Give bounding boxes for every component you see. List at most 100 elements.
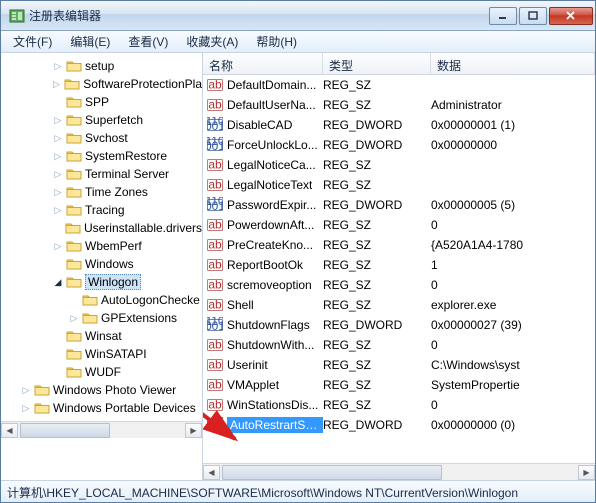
tree-node-label: WbemPerf: [85, 239, 142, 253]
tree-node[interactable]: WinSATAPI: [3, 345, 202, 363]
value-row[interactable]: 110001ForceUnlockLo...REG_DWORD0x0000000…: [203, 135, 595, 155]
value-row[interactable]: abShellREG_SZexplorer.exe: [203, 295, 595, 315]
tree-node-label: AutoLogonChecke: [101, 293, 200, 307]
tree-node[interactable]: ▷ SoftwareProtectionPla: [3, 75, 202, 93]
value-list[interactable]: abDefaultDomain...REG_SZabDefaultUserNa.…: [203, 75, 595, 463]
menu-file[interactable]: 文件(F): [5, 31, 60, 52]
value-row[interactable]: 110001AutoRestrartSh...REG_DWORD0x000000…: [203, 415, 595, 435]
value-name: ReportBootOk: [227, 258, 303, 272]
scroll-thumb[interactable]: [20, 423, 110, 438]
column-type[interactable]: 类型: [323, 53, 431, 74]
svg-text:ab: ab: [208, 358, 222, 372]
value-name: LegalNoticeCa...: [227, 158, 316, 172]
menu-help[interactable]: 帮助(H): [248, 31, 305, 52]
tree-node[interactable]: WUDF: [3, 363, 202, 381]
value-row[interactable]: abShutdownWith...REG_SZ0: [203, 335, 595, 355]
value-row[interactable]: abVMAppletREG_SZSystemPropertie: [203, 375, 595, 395]
value-row[interactable]: abUserinitREG_SZC:\Windows\syst: [203, 355, 595, 375]
tree-node[interactable]: AutoLogonChecke: [3, 291, 202, 309]
scroll-right-icon[interactable]: ▶: [578, 465, 595, 480]
value-row[interactable]: abDefaultDomain...REG_SZ: [203, 75, 595, 95]
expand-icon[interactable]: ▷: [51, 185, 65, 199]
close-button[interactable]: [549, 7, 593, 25]
value-row[interactable]: 110001PasswordExpir...REG_DWORD0x0000000…: [203, 195, 595, 215]
value-data: C:\Windows\syst: [431, 358, 595, 372]
scroll-left-icon[interactable]: ◀: [1, 423, 18, 438]
tree-node[interactable]: ▷setup: [3, 57, 202, 75]
value-row[interactable]: abLegalNoticeCa...REG_SZ: [203, 155, 595, 175]
expand-icon[interactable]: ▷: [50, 77, 64, 91]
value-row[interactable]: abPowerdownAft...REG_SZ0: [203, 215, 595, 235]
tree-node[interactable]: ▷ WbemPerf: [3, 237, 202, 255]
list-hscrollbar[interactable]: ◀ ▶: [203, 463, 595, 480]
scroll-thumb[interactable]: [222, 465, 442, 480]
tree-hscrollbar[interactable]: ◀ ▶: [1, 421, 202, 438]
scroll-left-icon[interactable]: ◀: [203, 465, 220, 480]
dword-icon: 110001: [207, 417, 223, 433]
collapse-icon[interactable]: ◢: [51, 275, 65, 289]
menu-view[interactable]: 查看(V): [120, 31, 176, 52]
tree-node[interactable]: ▷Terminal Server: [3, 165, 202, 183]
expand-icon[interactable]: ▷: [51, 59, 65, 73]
tree-node[interactable]: ▷Superfetch: [3, 111, 202, 129]
menu-edit[interactable]: 编辑(E): [62, 31, 118, 52]
value-data: Administrator: [431, 98, 595, 112]
value-data: 0: [431, 338, 595, 352]
expand-icon[interactable]: ▷: [51, 149, 65, 163]
value-row[interactable]: abWinStationsDis...REG_SZ0: [203, 395, 595, 415]
svg-text:001: 001: [207, 119, 223, 133]
tree-node[interactable]: ▷ GPExtensions: [3, 309, 202, 327]
tree-node-label: Windows Portable Devices: [53, 401, 196, 415]
value-type: REG_SZ: [323, 278, 431, 292]
tree-node[interactable]: Winsat: [3, 327, 202, 345]
value-row[interactable]: 110001ShutdownFlagsREG_DWORD0x00000027 (…: [203, 315, 595, 335]
tree-node-label: SoftwareProtectionPla: [83, 77, 202, 91]
tree-pane[interactable]: ▷setup▷SoftwareProtectionPlaSPP▷Superfet…: [1, 53, 203, 480]
tree-node[interactable]: ▷Time Zones: [3, 183, 202, 201]
expand-icon[interactable]: ▷: [51, 167, 65, 181]
tree-node[interactable]: ▷SystemRestore: [3, 147, 202, 165]
scroll-right-icon[interactable]: ▶: [185, 423, 202, 438]
expand-icon[interactable]: ▷: [19, 401, 33, 415]
tree-node[interactable]: Windows: [3, 255, 202, 273]
tree-node-label: WinSATAPI: [85, 347, 147, 361]
tree-node-label: Tracing: [85, 203, 125, 217]
expand-icon[interactable]: ▷: [51, 113, 65, 127]
column-data[interactable]: 数据: [431, 53, 595, 74]
expand-icon[interactable]: ▷: [51, 131, 65, 145]
tree-node[interactable]: SPP: [3, 93, 202, 111]
value-row[interactable]: abPreCreateKno...REG_SZ{A520A1A4-1780: [203, 235, 595, 255]
folder-icon: [66, 239, 82, 253]
value-name: Userinit: [227, 358, 268, 372]
expander-empty: [51, 95, 65, 109]
value-name: ShutdownFlags: [227, 318, 310, 332]
tree-node[interactable]: ▷Svchost: [3, 129, 202, 147]
value-name: VMApplet: [227, 378, 279, 392]
expand-icon[interactable]: ▷: [19, 383, 33, 397]
value-type: REG_SZ: [323, 398, 431, 412]
tree-node[interactable]: Userinstallable.drivers: [3, 219, 202, 237]
expand-icon[interactable]: ▷: [67, 311, 81, 325]
folder-icon: [66, 203, 82, 217]
titlebar[interactable]: 注册表编辑器: [1, 1, 595, 31]
value-data: 0: [431, 278, 595, 292]
tree-node[interactable]: ▷ Windows Portable Devices: [3, 399, 202, 417]
minimize-button[interactable]: [489, 7, 517, 25]
value-row[interactable]: abscremoveoptionREG_SZ0: [203, 275, 595, 295]
expand-icon[interactable]: ▷: [51, 203, 65, 217]
value-data: {A520A1A4-1780: [431, 238, 595, 252]
maximize-button[interactable]: [519, 7, 547, 25]
expand-icon[interactable]: ▷: [51, 239, 65, 253]
value-type: REG_SZ: [323, 98, 431, 112]
value-row[interactable]: 110001DisableCADREG_DWORD0x00000001 (1): [203, 115, 595, 135]
value-name: DefaultDomain...: [227, 78, 316, 92]
column-name[interactable]: 名称: [203, 53, 323, 74]
tree-node[interactable]: ▷Windows Photo Viewer: [3, 381, 202, 399]
tree-node[interactable]: ▷ Tracing: [3, 201, 202, 219]
value-row[interactable]: abLegalNoticeTextREG_SZ: [203, 175, 595, 195]
tree-node[interactable]: ◢Winlogon: [3, 273, 202, 291]
value-row[interactable]: abDefaultUserNa...REG_SZAdministrator: [203, 95, 595, 115]
value-row[interactable]: abReportBootOkREG_SZ1: [203, 255, 595, 275]
tree-node-label: GPExtensions: [101, 311, 177, 325]
menu-favorites[interactable]: 收藏夹(A): [178, 31, 246, 52]
